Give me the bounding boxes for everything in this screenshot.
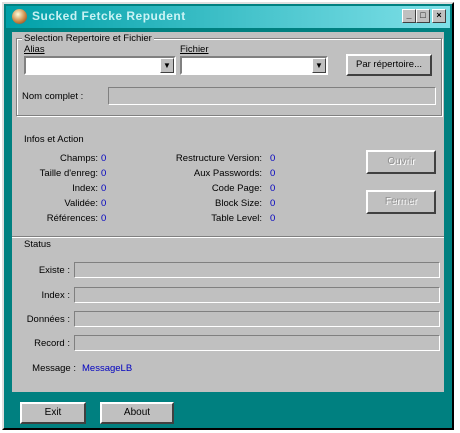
window-title: Sucked Fetcke Repudent: [32, 9, 186, 23]
chevron-down-icon[interactable]: ▼: [160, 58, 174, 73]
donnees-field: [74, 311, 440, 327]
maximize-button[interactable]: □: [416, 9, 430, 23]
client-area: Selection Repertoire et Fichier Alias ▼ …: [12, 32, 444, 392]
references-value: 0: [101, 213, 107, 224]
divider: [12, 236, 444, 238]
validee-value: 0: [101, 198, 107, 209]
minimize-button[interactable]: _: [402, 9, 416, 23]
restructure-version-value: 0: [270, 153, 276, 164]
taille-enreg-value: 0: [101, 168, 107, 179]
index-count-label: Index:: [72, 183, 98, 194]
record-label: Record :: [34, 338, 70, 349]
block-size-label: Block Size:: [215, 198, 262, 209]
message-value: MessageLB: [82, 363, 133, 374]
index-status-label: Index :: [41, 290, 70, 301]
fichier-label: Fichier: [180, 44, 209, 55]
fermer-button[interactable]: Fermer: [366, 190, 436, 214]
nom-complet-field[interactable]: [108, 87, 436, 105]
champs-label: Champs:: [59, 153, 98, 164]
index-status-field: [74, 287, 440, 303]
fermer-button-label: Fermer: [384, 196, 418, 207]
table-level-value: 0: [270, 213, 276, 224]
title-bar[interactable]: Sucked Fetcke Repudent _ □ ×: [6, 6, 450, 28]
infos-group-title: Infos et Action: [24, 134, 84, 145]
aux-passwords-label: Aux Passwords:: [193, 168, 262, 179]
taille-enreg-label: Taille d'enreg:: [39, 168, 98, 179]
block-size-value: 0: [270, 198, 276, 209]
alias-combo[interactable]: ▼: [24, 56, 176, 75]
close-button[interactable]: ×: [432, 9, 446, 23]
existe-label: Existe :: [38, 265, 70, 276]
fichier-combo[interactable]: ▼: [180, 56, 328, 75]
record-field: [74, 335, 440, 351]
existe-field: [74, 262, 440, 278]
code-page-value: 0: [270, 183, 276, 194]
aux-passwords-value: 0: [270, 168, 276, 179]
main-window: Sucked Fetcke Repudent _ □ × Selection R…: [2, 2, 454, 430]
validee-label: Validée:: [64, 198, 98, 209]
chevron-down-icon[interactable]: ▼: [312, 58, 326, 73]
champs-value: 0: [101, 153, 107, 164]
selection-group-title: Selection Repertoire et Fichier: [22, 33, 154, 44]
restructure-version-label: Restructure Version:: [175, 153, 262, 164]
index-count-value: 0: [101, 183, 107, 194]
references-label: Références:: [46, 213, 98, 224]
status-group-title: Status: [22, 239, 53, 250]
alias-label: Alias: [24, 44, 45, 55]
ouvrir-button-label: Ouvrir: [387, 156, 415, 167]
table-level-label: Table Level:: [211, 213, 262, 224]
about-button[interactable]: About: [100, 402, 174, 424]
donnees-label: Données :: [26, 314, 70, 325]
par-repertoire-button[interactable]: Par répertoire...: [346, 54, 432, 76]
code-page-label: Code Page:: [211, 183, 262, 194]
exit-button[interactable]: Exit: [20, 402, 86, 424]
app-icon: [12, 9, 27, 24]
ouvrir-button[interactable]: Ouvrir: [366, 150, 436, 174]
nom-complet-label: Nom complet :: [22, 91, 84, 102]
message-label: Message :: [32, 363, 76, 374]
